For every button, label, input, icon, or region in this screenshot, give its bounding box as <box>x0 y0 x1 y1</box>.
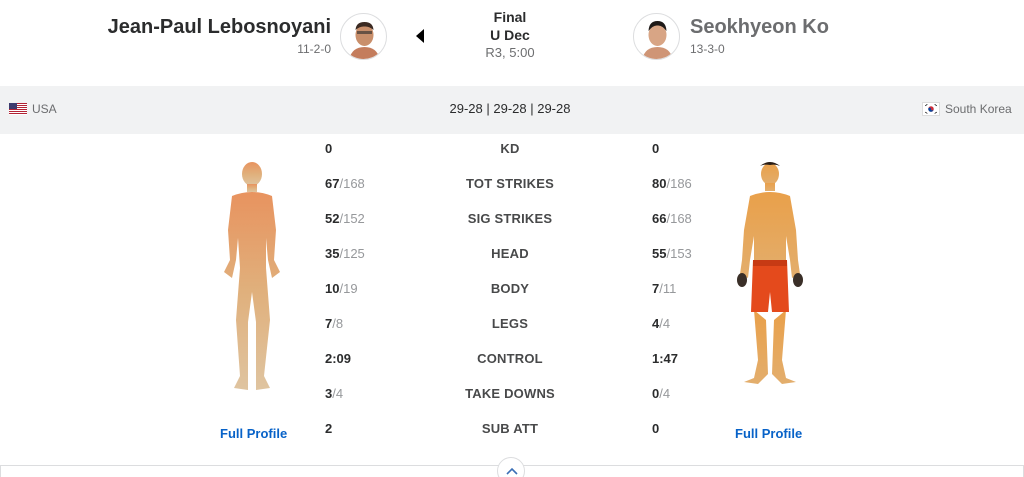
stat-label: CONTROL <box>477 351 543 366</box>
fighter1-stat-attempted: 152 <box>339 211 364 226</box>
fighter2-stat: 44 <box>652 316 670 331</box>
fighter2-stat-landed: 0 <box>652 141 660 156</box>
stat-label: SUB ATT <box>481 421 539 436</box>
fighter2-stat: 0 <box>652 141 659 156</box>
stat-row: 35125 HEAD 55153 <box>0 246 1024 268</box>
stat-label: HEAD <box>491 246 529 261</box>
fighter2-record: 13-3-0 <box>690 42 725 56</box>
stat-row: 2 SUB ATT 0 <box>0 421 1024 443</box>
chevron-up-icon <box>506 467 518 475</box>
stat-label: TAKE DOWNS <box>465 386 555 401</box>
fighter2-stat-landed: 0 <box>652 421 660 436</box>
fighter2-stat-landed: 55 <box>652 246 667 261</box>
fighter2-name[interactable]: Seokhyeon Ko <box>690 16 829 39</box>
fighter1-stat: 0 <box>325 141 332 156</box>
fighter1-stat-attempted: 4 <box>332 386 343 401</box>
stat-row: 1019 BODY 711 <box>0 281 1024 303</box>
stat-label: SIG STRIKES <box>467 211 553 226</box>
result-time: R3, 5:00 <box>485 45 535 60</box>
result-status: Final <box>493 9 527 25</box>
fighter1-stat: 2 <box>325 421 332 436</box>
result-method: U Dec <box>490 27 530 43</box>
fighter2-stat: 0 <box>652 421 659 436</box>
fighter1-stat: 52152 <box>325 211 365 226</box>
fighter2-stat-landed: 66 <box>652 211 667 226</box>
fighter2-stat: 711 <box>652 281 676 296</box>
collapse-button[interactable] <box>497 457 525 477</box>
fighter1-stat-attempted: 19 <box>339 281 357 296</box>
stat-label: LEGS <box>491 316 529 331</box>
judge-scores: 29-28 | 29-28 | 29-28 <box>449 101 571 116</box>
stat-row: 78 LEGS 44 <box>0 316 1024 338</box>
fighter1-stat: 2:09 <box>325 351 351 366</box>
fighter2-stat-attempted: 4 <box>659 386 670 401</box>
fighter1-stat: 35125 <box>325 246 365 261</box>
south-korea-flag-icon <box>922 102 940 116</box>
stat-row: 67168 TOT STRIKES 80186 <box>0 176 1024 198</box>
fighter2-stat: 04 <box>652 386 670 401</box>
stat-label: BODY <box>490 281 530 296</box>
fighter1-stat: 1019 <box>325 281 358 296</box>
fighter2-avatar[interactable] <box>633 13 680 60</box>
fighter1-stat-attempted: 125 <box>339 246 364 261</box>
fighter1-stat-landed: 2:09 <box>325 351 352 366</box>
fighter2-stat-attempted: 11 <box>659 281 676 296</box>
fighter1-avatar[interactable] <box>340 13 387 60</box>
fighter2-stat-landed: 80 <box>652 176 667 191</box>
fighter2-stat-attempted: 186 <box>666 176 691 191</box>
fighter1-stat: 34 <box>325 386 343 401</box>
stat-label: TOT STRIKES <box>466 176 554 191</box>
stat-row: 2:09 CONTROL 1:47 <box>0 351 1024 373</box>
caret-left-icon <box>416 29 424 43</box>
fighter2-stat: 66168 <box>652 211 692 226</box>
fighter2-stat-attempted: 153 <box>666 246 691 261</box>
fighter1-stat: 78 <box>325 316 343 331</box>
fight-header: Jean-Paul Lebosnoyani 11-2-0 Final U Dec… <box>0 0 1024 86</box>
fighter2-stat: 55153 <box>652 246 692 261</box>
stat-row: 0 KD 0 <box>0 141 1024 163</box>
fighter2-stat: 80186 <box>652 176 692 191</box>
fighter1-stat-landed: 0 <box>325 141 333 156</box>
fighter1-record: 11-2-0 <box>297 42 331 56</box>
fighter2-stat-landed: 1:47 <box>652 351 679 366</box>
fighter1-stat-landed: 52 <box>325 211 340 226</box>
fighter1-stat: 67168 <box>325 176 365 191</box>
fighter2-stat-attempted: 168 <box>666 211 691 226</box>
fighter1-stat-landed: 35 <box>325 246 340 261</box>
fighter1-stat-landed: 67 <box>325 176 340 191</box>
fighter2-stat: 1:47 <box>652 351 678 366</box>
stat-label: KD <box>500 141 520 156</box>
fighter2-stat-attempted: 4 <box>659 316 670 331</box>
stat-row: 52152 SIG STRIKES 66168 <box>0 211 1024 233</box>
fighter1-stat-landed: 10 <box>325 281 340 296</box>
info-bar: USA 29-28 | 29-28 | 29-28 South Korea <box>0 86 1024 134</box>
fighter1-name[interactable]: Jean-Paul Lebosnoyani <box>108 16 331 39</box>
fighter1-stat-attempted: 168 <box>339 176 364 191</box>
fight-result: Final U Dec R3, 5:00 <box>460 8 560 62</box>
fighter2-country: South Korea <box>945 102 1012 116</box>
fighter1-stat-attempted: 8 <box>332 316 343 331</box>
stat-row: 34 TAKE DOWNS 04 <box>0 386 1024 408</box>
fighter1-stat-landed: 2 <box>325 421 333 436</box>
